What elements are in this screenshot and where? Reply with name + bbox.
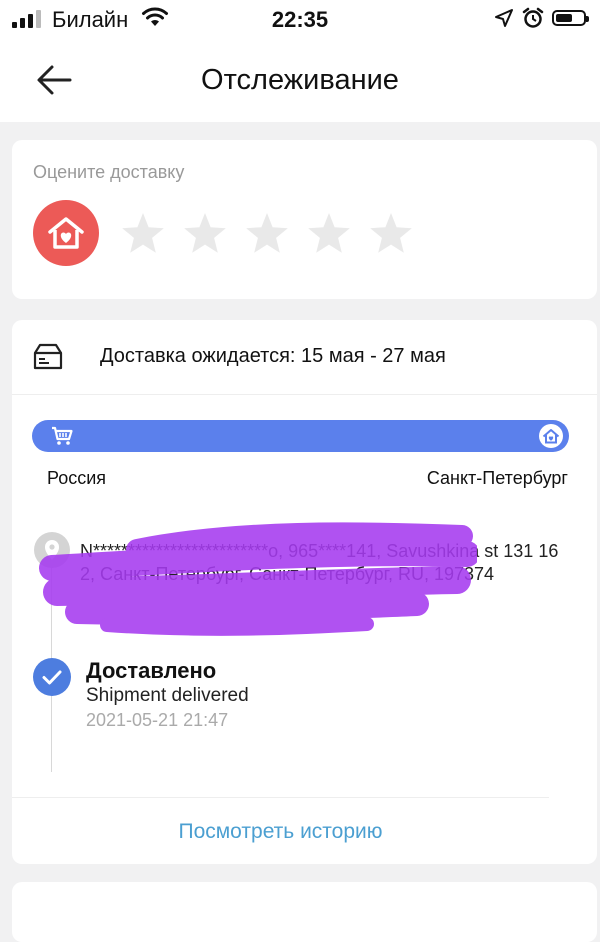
delivery-eta: Доставка ожидается: 15 мая - 27 мая — [100, 345, 446, 367]
star-icon[interactable] — [182, 210, 228, 256]
divider — [12, 394, 597, 395]
tracking-card: Доставка ожидается: 15 мая - 27 мая Росс… — [12, 320, 597, 864]
rating-card: Оцените доставку — [12, 140, 597, 299]
delivery-status-subtitle: Shipment delivered — [86, 685, 249, 706]
divider — [12, 797, 549, 798]
destination-location: Санкт-Петербург — [426, 468, 568, 488]
battery-icon — [552, 10, 589, 26]
location-pin-icon — [34, 532, 70, 568]
house-heart-icon — [33, 200, 99, 266]
view-history-link[interactable]: Посмотреть историю — [12, 820, 549, 844]
check-circle-icon — [33, 658, 71, 696]
delivery-progress-bar — [32, 420, 569, 452]
star-icon[interactable] — [120, 210, 166, 256]
cart-icon — [52, 426, 73, 445]
star-icon[interactable] — [244, 210, 290, 256]
star-icon[interactable] — [368, 210, 414, 256]
origin-location: Россия — [47, 468, 107, 488]
page-title: Отслеживание — [201, 64, 399, 96]
delivery-status-datetime: 2021-05-21 21:47 — [86, 710, 229, 730]
location-arrow-icon — [495, 9, 513, 27]
star-rating — [120, 210, 414, 256]
delivery-address: N*************************o, 965****141,… — [80, 541, 559, 584]
next-card — [12, 882, 597, 942]
home-icon — [539, 424, 563, 448]
status-bar: Билайн 22:35 — [0, 0, 600, 40]
delivery-status-title: Доставлено — [86, 658, 217, 683]
delivery-box-icon — [33, 343, 63, 370]
alarm-icon — [522, 7, 544, 28]
navigation-bar: Отслеживание — [0, 40, 600, 122]
star-icon[interactable] — [306, 210, 352, 256]
rating-label: Оцените доставку — [33, 162, 185, 182]
